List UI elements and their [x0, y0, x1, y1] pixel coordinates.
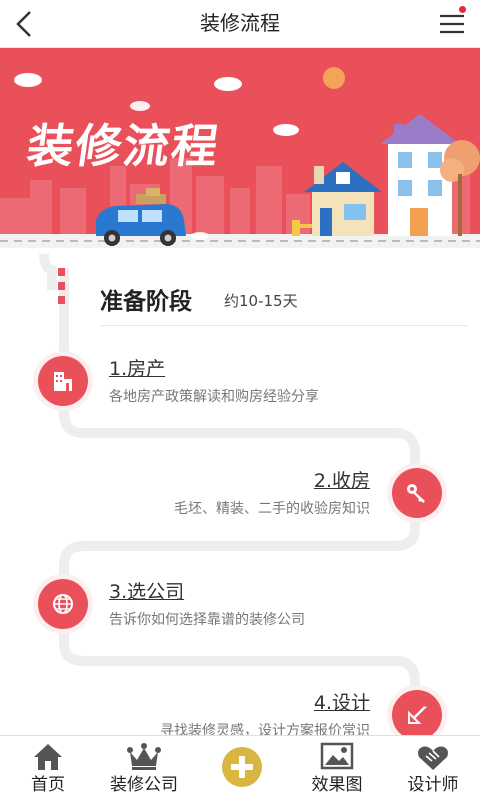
step-desc-property: 各地房产政策解读和购房经验分享 [109, 389, 319, 405]
tab-gallery[interactable]: 效果图 [300, 736, 374, 800]
bottom-nav: 首页 装修公司 效果图 设计师 [0, 735, 480, 800]
tab-designers[interactable]: 设计师 [398, 736, 468, 800]
stage-title: 准备阶段 [100, 289, 192, 315]
tab-home[interactable]: 首页 [10, 736, 86, 800]
plus-icon [222, 747, 262, 787]
stage-duration: 约10-15天 [224, 292, 298, 310]
page-title: 装修流程 [200, 11, 280, 35]
banner: 装修流程 [0, 48, 480, 248]
divider [100, 325, 468, 326]
process-timeline: 准备阶段 约10-15天 1.房产 各地房产政策解读和购房经验分享 2.收房 毛… [0, 248, 480, 735]
step-desc-choose-company: 告诉你如何选择靠谱的装修公司 [109, 612, 305, 628]
step-title-choose-company[interactable]: 3.选公司 [109, 577, 184, 604]
tab-label-gallery: 效果图 [311, 775, 363, 795]
step-desc-receive-house: 毛坯、精装、二手的收验房知识 [174, 501, 370, 517]
banner-title: 装修流程 [23, 119, 224, 173]
tab-label-companies: 装修公司 [110, 775, 178, 795]
handshake-icon [418, 746, 448, 770]
key-icon[interactable] [392, 468, 442, 518]
menu-icon[interactable] [438, 10, 466, 38]
tab-add[interactable] [218, 736, 266, 800]
tab-label-designers: 设计师 [407, 775, 459, 795]
tab-label-home: 首页 [31, 775, 65, 795]
globe-icon[interactable] [38, 579, 88, 629]
crown-icon [127, 743, 161, 770]
building-icon[interactable] [38, 356, 88, 406]
top-bar: 装修流程 [0, 0, 480, 48]
step-title-receive-house[interactable]: 2.收房 [314, 466, 370, 493]
design-icon[interactable] [392, 690, 442, 735]
picture-icon [320, 742, 354, 770]
tab-companies[interactable]: 装修公司 [100, 736, 188, 800]
step-title-property[interactable]: 1.房产 [109, 354, 165, 381]
home-icon [34, 744, 62, 770]
step-title-design[interactable]: 4.设计 [314, 688, 370, 715]
notification-dot [459, 6, 466, 13]
step-desc-design: 寻找装修灵感，设计方案报价常识 [160, 723, 370, 735]
